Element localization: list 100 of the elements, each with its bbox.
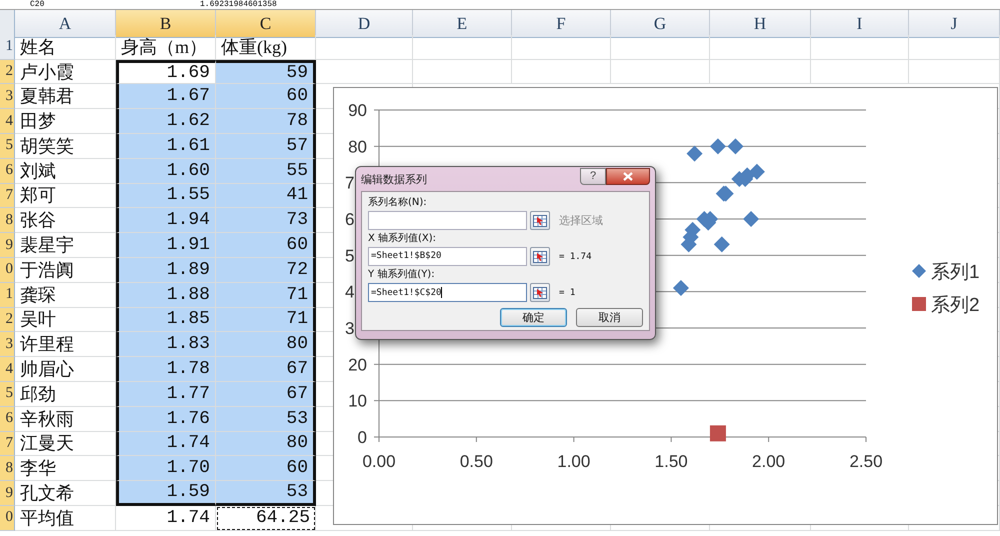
row-header[interactable]: 9 xyxy=(0,481,15,506)
table-cell: 71 xyxy=(216,308,316,332)
table-cell: 64.25 xyxy=(216,506,316,531)
row-header[interactable]: 7 xyxy=(0,432,15,456)
table-cell: 67 xyxy=(216,357,316,382)
row-header[interactable]: 8 xyxy=(0,208,15,234)
dialog-title: 编辑数据系列 xyxy=(361,172,428,186)
column-header[interactable]: F xyxy=(512,10,611,38)
value-text: = 1 xyxy=(559,288,576,298)
table-cell: 身高（m） xyxy=(116,34,216,60)
row-header[interactable]: 4 xyxy=(0,109,15,134)
row-header[interactable]: 6 xyxy=(0,406,15,432)
table-cell: 卢小霞 xyxy=(15,60,116,84)
table-cell: 59 xyxy=(216,60,316,84)
y-tick-label: 20 xyxy=(348,355,367,374)
field-label: 系列名称(N): xyxy=(368,196,428,210)
table-cell: 1.61 xyxy=(116,134,216,159)
table-cell: 41 xyxy=(216,184,316,208)
x-tick-label: 2.50 xyxy=(849,452,883,471)
table-cell: 67 xyxy=(216,382,316,407)
table-cell: 1.55 xyxy=(116,184,216,208)
row-header[interactable]: 1 xyxy=(0,34,15,60)
table-cell: 1.74 xyxy=(116,506,216,531)
value-text: = 1.74 xyxy=(559,252,592,262)
row-header[interactable]: 1 xyxy=(0,282,15,308)
grid-arrow-icon xyxy=(533,286,547,298)
table-cell: 80 xyxy=(216,432,316,456)
table-cell: 53 xyxy=(216,406,316,432)
y-tick-label: 3 xyxy=(345,319,354,338)
row-header[interactable]: 0 xyxy=(0,506,15,531)
help-button[interactable]: ? xyxy=(580,168,606,184)
range-select-button[interactable] xyxy=(530,247,550,266)
table-cell: 55 xyxy=(216,158,316,184)
column-header[interactable]: B xyxy=(116,10,216,38)
range-select-button[interactable] xyxy=(530,283,550,302)
y-tick-label: 4 xyxy=(345,282,354,302)
row-header[interactable]: 4 xyxy=(0,357,15,382)
row-header[interactable]: 7 xyxy=(0,184,15,208)
column-header[interactable]: E xyxy=(413,10,512,38)
dialog-button[interactable]: 取消 xyxy=(576,308,643,327)
table-cell: 1.59 xyxy=(116,481,216,506)
data-point xyxy=(710,138,726,154)
field-label: X 轴系列值(X): xyxy=(368,232,438,246)
table-cell: 1.94 xyxy=(116,208,216,234)
row-header[interactable]: 5 xyxy=(0,382,15,407)
column-header[interactable]: H xyxy=(710,10,811,38)
dialog-button[interactable]: 确定 xyxy=(500,308,567,327)
y-tick-label: 0 xyxy=(358,428,367,447)
table-cell: 1.77 xyxy=(116,382,216,407)
data-point xyxy=(672,280,689,296)
row-header[interactable]: 2 xyxy=(0,308,15,332)
row-header[interactable]: 5 xyxy=(0,134,15,159)
row-header[interactable]: 8 xyxy=(0,456,15,482)
table-cell: 1.91 xyxy=(116,233,216,258)
close-button[interactable] xyxy=(606,168,650,184)
row-header[interactable]: 0 xyxy=(0,258,15,283)
table-cell: 53 xyxy=(216,481,316,506)
y-tick-label: 90 xyxy=(348,101,367,120)
table-cell: 1.74 xyxy=(116,432,216,456)
x-tick-label: 2.00 xyxy=(752,452,786,471)
x-tick-label: 1.50 xyxy=(654,452,688,471)
column-header[interactable]: D xyxy=(316,10,413,38)
table-cell: 73 xyxy=(216,208,316,234)
column-header[interactable]: I xyxy=(811,10,909,38)
table-cell: 姓名 xyxy=(15,34,116,60)
row-header[interactable]: 3 xyxy=(0,332,15,358)
table-cell: 平均值 xyxy=(15,506,116,531)
table-cell: 1.83 xyxy=(116,332,216,358)
y-tick-label: 7 xyxy=(345,174,354,193)
table-cell: 1.70 xyxy=(116,456,216,482)
formula-text[interactable]: 1.69231984601358 xyxy=(110,0,277,9)
table-cell: 1.88 xyxy=(116,282,216,308)
name-box[interactable]: C20 xyxy=(0,0,110,9)
column-header[interactable]: J xyxy=(909,10,1000,38)
grid-arrow-icon xyxy=(533,214,547,226)
y-tick-label: 6 xyxy=(345,210,354,229)
table-cell: 1.89 xyxy=(116,258,216,283)
column-header[interactable]: A xyxy=(15,10,116,38)
field-label: Y 轴系列值(Y): xyxy=(368,268,436,282)
close-icon xyxy=(623,172,633,180)
table-cell: 1.60 xyxy=(116,158,216,184)
row-header[interactable]: 9 xyxy=(0,233,15,258)
column-header[interactable]: C xyxy=(216,10,316,38)
column-header[interactable]: G xyxy=(611,10,710,38)
legend-label: 系列2 xyxy=(931,295,980,316)
x-tick-label: 0.00 xyxy=(362,452,396,471)
input-field[interactable]: =Sheet1!$B$20 xyxy=(368,247,527,266)
input-field[interactable]: =Sheet1!$C$20 xyxy=(368,283,527,302)
y-tick-label: 5 xyxy=(345,246,354,266)
data-point xyxy=(710,425,726,442)
row-header[interactable]: 3 xyxy=(0,84,15,110)
table-cell: 57 xyxy=(216,134,316,159)
legend-label: 系列1 xyxy=(931,262,980,283)
range-select-button[interactable] xyxy=(530,211,550,230)
table-cell: 78 xyxy=(216,109,316,134)
input-field[interactable] xyxy=(368,211,527,230)
row-header[interactable]: 2 xyxy=(0,60,15,84)
data-point xyxy=(727,138,744,154)
row-header[interactable]: 6 xyxy=(0,158,15,184)
table-cell: 71 xyxy=(216,282,316,308)
